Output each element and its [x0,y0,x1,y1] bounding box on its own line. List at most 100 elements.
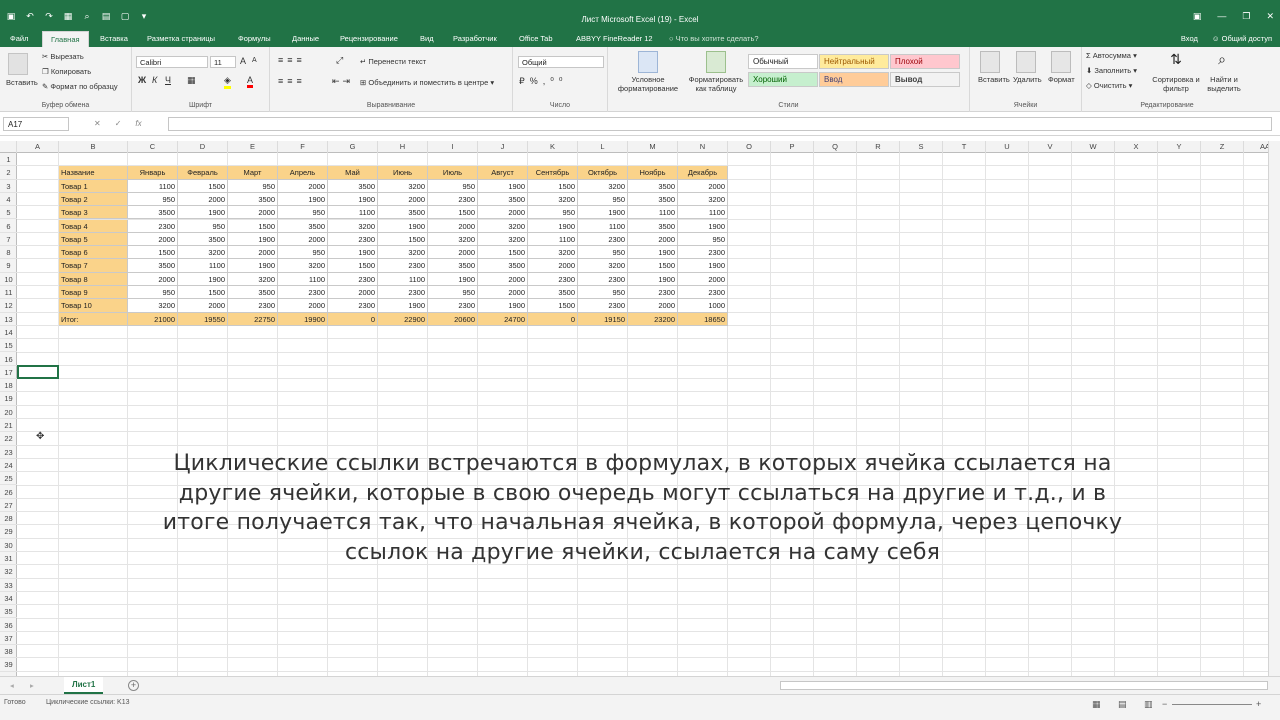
table-cell[interactable]: 3500 [528,286,578,300]
total-cell[interactable]: 19900 [278,312,328,326]
table-cell[interactable]: 1900 [428,272,478,286]
table-header-cell[interactable]: Сентябрь [528,166,578,180]
tab-office-tab[interactable]: Office Tab [519,34,553,43]
column-header[interactable]: AA [1244,141,1268,153]
underline-icon[interactable]: Ч [165,75,171,85]
column-header[interactable]: B [59,141,128,153]
cancel-icon[interactable]: ✕ [94,119,101,128]
table-cell[interactable]: 1900 [478,179,528,193]
scroll-left-icon[interactable]: ◂ [10,681,14,690]
table-header-cell[interactable]: Июнь [378,166,428,180]
tab-home[interactable]: Главная [42,31,89,47]
tab-formulas[interactable]: Формулы [238,34,271,43]
table-cell[interactable]: 950 [178,219,228,233]
table-cell[interactable]: 2300 [578,299,628,313]
table-cell[interactable]: 950 [278,206,328,220]
table-cell[interactable]: 950 [428,179,478,193]
table-cell[interactable]: Товар 5 [59,232,128,247]
table-cell[interactable]: 1100 [528,232,578,247]
row-header[interactable]: 9 [0,259,17,273]
table-cell[interactable]: 1500 [178,286,228,300]
table-cell[interactable]: 1900 [478,299,528,313]
zoom-slider[interactable] [1172,704,1252,705]
table-cell[interactable]: 1100 [328,206,378,220]
table-cell[interactable]: 1500 [528,179,578,193]
row-header[interactable]: 15 [0,339,17,353]
table-cell[interactable]: 2300 [428,299,478,313]
table-cell[interactable]: 3200 [528,246,578,260]
table-cell[interactable]: 1100 [128,179,178,193]
table-cell[interactable]: 1900 [378,219,428,233]
table-header-cell[interactable]: Февраль [178,166,228,180]
share-button[interactable]: ☺ Общий доступ [1212,34,1272,43]
row-header[interactable]: 20 [0,406,17,419]
table-cell[interactable]: 1100 [178,259,228,273]
column-header[interactable]: G [328,141,378,153]
row-header[interactable]: 31 [0,552,17,566]
table-cell[interactable]: 3500 [128,206,178,220]
vertical-align-icons[interactable]: ≡≡≡ [278,55,306,65]
paste-button[interactable]: Вставить [6,78,38,87]
table-cell[interactable]: 3200 [478,219,528,233]
table-cell[interactable]: 3200 [428,232,478,247]
table-cell[interactable]: 3200 [528,192,578,207]
table-cell[interactable]: 2000 [428,219,478,233]
table-cell[interactable]: 1500 [378,232,428,247]
table-cell[interactable]: 3200 [478,232,528,247]
table-cell[interactable]: 3200 [328,219,378,233]
table-header-cell[interactable]: Апрель [278,166,328,180]
table-cell[interactable]: 2300 [128,219,178,233]
table-cell[interactable]: 950 [578,286,628,300]
table-cell[interactable]: 1100 [278,272,328,286]
table-cell[interactable]: 950 [578,192,628,207]
table-cell[interactable]: 1500 [128,246,178,260]
new-sheet-icon[interactable]: + [128,680,139,691]
table-cell[interactable]: Товар 6 [59,246,128,260]
table-cell[interactable]: 3500 [128,259,178,273]
paste-icon[interactable] [8,53,28,75]
table-cell[interactable]: 2300 [678,246,728,260]
row-header[interactable]: 7 [0,233,17,247]
row-header[interactable]: 18 [0,379,17,393]
row-header[interactable]: 29 [0,525,17,539]
delete-cells-button[interactable]: Удалить [1013,75,1042,84]
table-cell[interactable]: Товар 3 [59,206,128,220]
table-cell[interactable]: 1100 [628,206,678,220]
tab-developer[interactable]: Разработчик [453,34,497,43]
row-header[interactable]: 38 [0,645,17,659]
table-cell[interactable]: 1500 [428,206,478,220]
table-cell[interactable]: Товар 9 [59,286,128,300]
total-cell[interactable]: 22750 [228,312,278,326]
table-cell[interactable]: 2000 [678,272,728,286]
tab-view[interactable]: Вид [420,34,434,43]
table-cell[interactable]: 3200 [378,246,428,260]
table-cell[interactable]: 1900 [678,259,728,273]
row-header[interactable]: 19 [0,392,17,406]
table-header-cell[interactable]: Название [59,166,128,180]
table-cell[interactable]: 3500 [478,259,528,273]
style-bad[interactable]: Плохой [890,54,960,69]
total-cell[interactable]: 22900 [378,312,428,326]
tell-me-search[interactable]: ○ Что вы хотите сделать? [669,34,759,43]
column-header[interactable]: Z [1201,141,1244,153]
table-cell[interactable]: 2000 [428,246,478,260]
table-cell[interactable]: Товар 7 [59,259,128,273]
column-header[interactable]: K [528,141,578,153]
row-header[interactable]: 10 [0,273,17,286]
row-header[interactable]: 12 [0,299,17,313]
sheet-tab-list1[interactable]: Лист1 [64,677,104,694]
column-header[interactable]: I [428,141,478,153]
total-cell[interactable]: 18650 [678,312,728,326]
column-header[interactable]: Q [814,141,857,153]
table-cell[interactable]: 1900 [328,246,378,260]
table-cell[interactable]: 1500 [228,219,278,233]
column-header[interactable]: P [771,141,814,153]
row-header[interactable]: 21 [0,419,17,433]
table-cell[interactable]: 2300 [328,232,378,247]
table-cell[interactable]: 3500 [378,206,428,220]
tab-data[interactable]: Данные [292,34,319,43]
table-cell[interactable]: 2300 [378,286,428,300]
table-cell[interactable]: 3500 [428,259,478,273]
indent-icons[interactable]: ⇤⇥ [332,76,353,87]
table-cell[interactable]: 2000 [228,246,278,260]
